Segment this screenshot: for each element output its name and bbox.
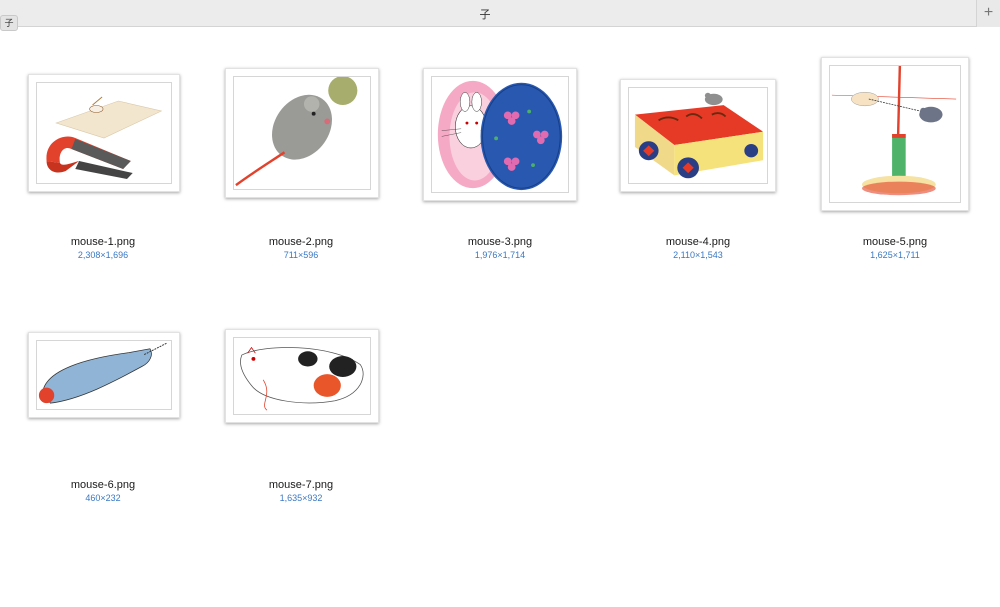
thumbnail-container[interactable]: [8, 303, 198, 483]
thumbnail-container[interactable]: [405, 60, 595, 240]
file-item[interactable]: mouse-2.png 711×596: [206, 60, 396, 270]
thumbnail-image: [431, 76, 569, 193]
file-name: mouse-1.png: [70, 236, 136, 248]
file-item[interactable]: mouse-3.png 1,976×1,714: [405, 60, 595, 270]
thumbnail[interactable]: [225, 329, 379, 423]
file-item[interactable]: mouse-1.png 2,308×1,696: [8, 60, 198, 270]
file-item[interactable]: mouse-5.png 1,625×1,711: [800, 57, 990, 270]
file-dimensions: 711×596: [283, 250, 319, 260]
thumbnail[interactable]: [225, 68, 379, 198]
thumbnail-image: [829, 65, 961, 203]
thumbnail[interactable]: [28, 74, 180, 192]
thumbnail[interactable]: [28, 332, 180, 418]
file-name: mouse-7.png: [268, 479, 334, 491]
plus-icon: +: [983, 4, 994, 21]
thumbnail-image: [233, 337, 371, 415]
window-title[interactable]: 子: [0, 6, 970, 22]
file-item[interactable]: mouse-4.png 2,110×1,543: [603, 60, 793, 270]
thumbnail[interactable]: [423, 68, 577, 201]
file-name: mouse-2.png: [268, 236, 334, 248]
thumbnail-image: [233, 76, 371, 190]
file-item[interactable]: mouse-6.png 460×232: [8, 303, 198, 513]
thumbnail-image: [628, 87, 768, 184]
file-dimensions: 1,976×1,714: [474, 250, 526, 260]
thumbnail[interactable]: [620, 79, 776, 192]
file-name: mouse-5.png: [862, 236, 928, 248]
thumbnail-container[interactable]: [800, 57, 990, 240]
thumbnail-container[interactable]: [8, 60, 198, 240]
thumbnail-container[interactable]: [206, 303, 396, 483]
file-name: mouse-3.png: [467, 236, 533, 248]
file-name: mouse-6.png: [70, 479, 136, 491]
tab-bar: 子 +: [0, 0, 1000, 27]
thumbnail[interactable]: [821, 57, 969, 211]
folder-badge[interactable]: 子: [0, 15, 18, 31]
file-dimensions: 2,110×1,543: [673, 250, 723, 260]
file-dimensions: 1,625×1,711: [870, 250, 920, 260]
thumbnail-container[interactable]: [206, 60, 396, 240]
file-dimensions: 1,635×932: [279, 493, 323, 503]
thumbnail-image: [36, 340, 172, 410]
thumbnail-image: [36, 82, 172, 184]
file-dimensions: 460×232: [85, 493, 121, 503]
file-dimensions: 2,308×1,696: [77, 250, 129, 260]
thumbnail-container[interactable]: [603, 60, 793, 240]
file-item[interactable]: mouse-7.png 1,635×932: [206, 303, 396, 513]
add-tab-button[interactable]: +: [976, 0, 1000, 27]
file-name: mouse-4.png: [665, 236, 731, 248]
